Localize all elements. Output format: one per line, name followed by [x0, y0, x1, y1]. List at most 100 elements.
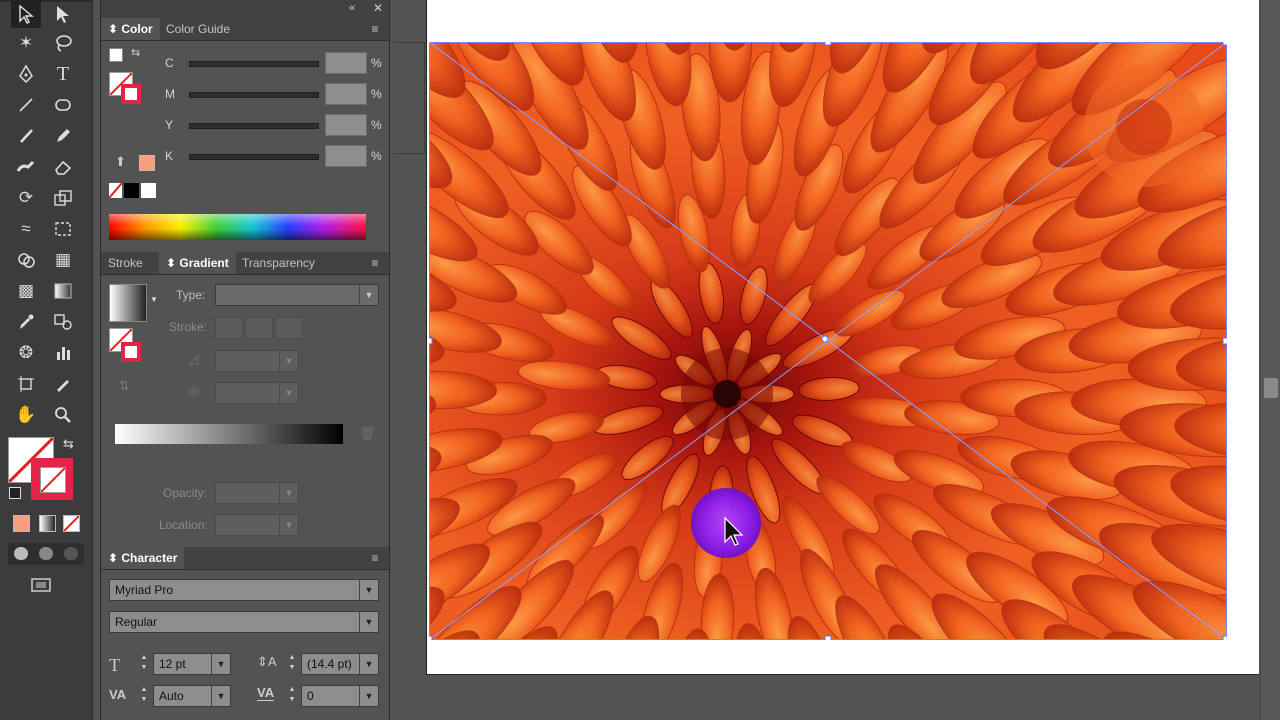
yellow-row: Y %: [101, 114, 389, 138]
lasso-tool-icon[interactable]: [48, 29, 78, 57]
angle-dropdown[interactable]: ▼: [215, 350, 299, 372]
magic-wand-tool-icon[interactable]: ✶: [11, 29, 41, 57]
font-style-dropdown[interactable]: Regular ▼: [109, 611, 379, 633]
tab-gradient[interactable]: ⬍ Gradient: [159, 252, 236, 274]
none-mode-icon[interactable]: [63, 515, 80, 532]
black-slider[interactable]: [189, 154, 319, 160]
shape-builder-tool-icon[interactable]: [11, 246, 41, 274]
tracking-stepper[interactable]: ▲ ▼: [285, 685, 299, 705]
ellipse-tool-icon[interactable]: [48, 91, 78, 119]
none-swatch-icon[interactable]: [108, 182, 123, 199]
flower-photo[interactable]: [429, 42, 1227, 640]
selection-tool-icon[interactable]: [11, 0, 41, 28]
stroke-along-icon[interactable]: [245, 317, 273, 339]
vertical-scrollbar[interactable]: [1260, 0, 1280, 720]
stroke-across-icon[interactable]: [275, 317, 303, 339]
default-fill-stroke-icon[interactable]: [9, 487, 21, 499]
scrollbar-thumb[interactable]: [1264, 378, 1278, 398]
yellow-slider[interactable]: [189, 123, 319, 129]
cyan-slider[interactable]: [189, 61, 319, 67]
document-canvas[interactable]: [390, 0, 1260, 720]
blend-tool-icon[interactable]: [48, 308, 78, 336]
panel-menu-icon[interactable]: ≡: [367, 22, 383, 36]
tab-transparency[interactable]: Transparency: [235, 252, 322, 274]
blob-brush-tool-icon[interactable]: [11, 153, 41, 181]
font-size-dropdown[interactable]: 12 pt ▼: [153, 653, 231, 675]
close-panel-icon[interactable]: ✕: [373, 1, 383, 15]
pencil-tool-icon[interactable]: [48, 122, 78, 150]
out-of-gamut-icon[interactable]: ⬆: [115, 154, 126, 170]
slice-tool-icon[interactable]: [48, 370, 78, 398]
handle-bottom[interactable]: [824, 635, 832, 640]
gradient-panel-menu-icon[interactable]: ≡: [367, 256, 383, 270]
mesh-tool-icon[interactable]: ▩: [11, 277, 41, 305]
magenta-field[interactable]: [325, 83, 367, 105]
font-size-stepper[interactable]: ▲ ▼: [137, 653, 151, 673]
gamut-swatch[interactable]: [139, 155, 155, 171]
line-tool-icon[interactable]: [11, 91, 41, 119]
aspect-ratio-dropdown[interactable]: ▼: [215, 382, 299, 404]
font-family-dropdown[interactable]: Myriad Pro ▼: [109, 579, 379, 601]
screen-mode-icon[interactable]: [30, 576, 54, 594]
draw-normal-icon[interactable]: [14, 547, 28, 560]
paintbrush-tool-icon[interactable]: [11, 122, 41, 150]
handle-bottom-left[interactable]: [429, 635, 433, 640]
draw-inside-icon[interactable]: [64, 547, 78, 560]
tab-character[interactable]: ⬍ Character: [101, 547, 185, 569]
cyan-field[interactable]: [325, 52, 367, 74]
handle-top-right[interactable]: [1222, 42, 1227, 46]
handle-left[interactable]: [429, 337, 433, 345]
magenta-slider[interactable]: [189, 92, 319, 98]
gradient-preview-swatch[interactable]: [109, 284, 147, 322]
swap-fill-stroke-icon[interactable]: ⇆: [63, 436, 74, 452]
tracking-dropdown[interactable]: 0 ▼: [301, 685, 379, 707]
color-mode-icon[interactable]: [13, 515, 30, 532]
color-spectrum-bar[interactable]: [109, 214, 366, 240]
collapse-panels-icon[interactable]: «: [349, 2, 355, 14]
character-panel-menu-icon[interactable]: ≡: [367, 551, 383, 565]
black-swatch[interactable]: [124, 183, 139, 198]
rotate-tool-icon[interactable]: ⟳: [11, 184, 41, 212]
leading-dropdown[interactable]: (14.4 pt) ▼: [301, 653, 379, 675]
eyedropper-tool-icon[interactable]: [11, 308, 41, 336]
gradient-preview-dropdown-icon[interactable]: ▼: [150, 295, 158, 304]
delete-stop-icon[interactable]: 🗑: [359, 426, 376, 442]
stroke-within-icon[interactable]: [215, 317, 243, 339]
tab-stroke[interactable]: Stroke: [101, 252, 150, 274]
gradient-stroke-swatch[interactable]: [121, 342, 141, 362]
artboard-tool-icon[interactable]: [11, 370, 41, 398]
black-field[interactable]: [325, 145, 367, 167]
reverse-gradient-icon[interactable]: ⇅: [119, 378, 130, 394]
type-tool-icon[interactable]: T: [48, 60, 78, 88]
kerning-stepper[interactable]: ▲ ▼: [137, 685, 151, 705]
symbol-sprayer-tool-icon[interactable]: ❂: [11, 339, 41, 367]
handle-bottom-right[interactable]: [1222, 635, 1227, 640]
gradient-mode-icon[interactable]: [39, 515, 56, 532]
white-swatch[interactable]: [141, 183, 156, 198]
scale-tool-icon[interactable]: [48, 184, 78, 212]
direct-selection-tool-icon[interactable]: [48, 0, 78, 28]
handle-right[interactable]: [1222, 337, 1227, 345]
gradient-tool-icon[interactable]: [48, 277, 78, 305]
gradient-type-dropdown[interactable]: ▼: [215, 284, 379, 306]
pen-tool-icon[interactable]: [11, 60, 41, 88]
handle-top[interactable]: [824, 42, 832, 46]
zoom-tool-icon[interactable]: [48, 401, 78, 429]
hand-tool-icon[interactable]: ✋: [11, 401, 41, 429]
column-graph-tool-icon[interactable]: [48, 339, 78, 367]
perspective-grid-tool-icon[interactable]: ▦: [48, 246, 78, 274]
yellow-label: Y: [165, 118, 174, 132]
stroke-swatch[interactable]: [31, 458, 73, 500]
location-dropdown[interactable]: ▼: [215, 514, 299, 536]
tab-color-guide[interactable]: Color Guide: [159, 18, 237, 40]
gradient-slider-bar[interactable]: [115, 424, 343, 444]
leading-stepper[interactable]: ▲ ▼: [285, 653, 299, 673]
eraser-tool-icon[interactable]: [48, 153, 78, 181]
tab-color[interactable]: ⬍ Color: [101, 18, 160, 40]
draw-behind-icon[interactable]: [39, 547, 53, 560]
width-tool-icon[interactable]: ≈: [11, 215, 41, 243]
kerning-dropdown[interactable]: Auto ▼: [153, 685, 231, 707]
free-transform-tool-icon[interactable]: [48, 215, 78, 243]
yellow-field[interactable]: [325, 114, 367, 136]
opacity-dropdown[interactable]: ▼: [215, 482, 299, 504]
